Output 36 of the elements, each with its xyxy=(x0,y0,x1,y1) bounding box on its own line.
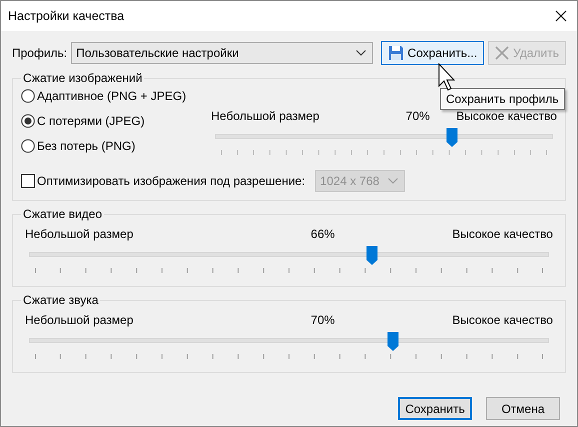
slider-thumb[interactable] xyxy=(366,246,378,265)
value-label: 70% xyxy=(310,313,335,327)
slider[interactable] xyxy=(29,246,549,265)
radio-button[interactable] xyxy=(21,139,35,153)
slider[interactable] xyxy=(215,128,553,147)
value-label: 70% xyxy=(406,109,430,123)
chevron-icon xyxy=(388,178,398,184)
mouse-pointer-icon xyxy=(438,63,458,93)
group-title: Сжатие видео xyxy=(22,207,104,221)
group-title: Сжатие изображений xyxy=(22,71,144,85)
profile-dropdown[interactable]: Пользовательские настройки xyxy=(71,42,373,64)
max-label: Высокое качество xyxy=(452,313,553,327)
slider-thumb[interactable] xyxy=(388,332,398,351)
profile-label: Профиль: xyxy=(12,46,68,60)
dialog-button[interactable]: Отмена xyxy=(486,397,560,420)
save-profile-button[interactable]: Сохранить... xyxy=(380,41,484,65)
tooltip: Сохранить профиль xyxy=(440,88,565,110)
radio-option[interactable]: Адаптивное (PNG + JPEG) xyxy=(21,89,201,103)
window-title: Настройки качества xyxy=(8,9,124,23)
max-label: Высокое качество xyxy=(452,227,553,241)
radio-option[interactable]: Без потерь (PNG) xyxy=(21,139,201,153)
min-label: Небольшой размер xyxy=(25,313,134,327)
group-title: Сжатие звука xyxy=(22,293,100,307)
max-label: Высокое качество xyxy=(456,109,557,123)
slider-thumb[interactable] xyxy=(446,128,458,147)
radio-button[interactable] xyxy=(21,114,35,128)
cross-icon xyxy=(495,46,510,60)
radio-option[interactable]: С потерями (JPEG) xyxy=(21,114,201,128)
value-label: 66% xyxy=(310,227,335,241)
min-label: Небольшой размер xyxy=(25,227,134,241)
min-label: Небольшой размер xyxy=(211,109,320,123)
close-icon[interactable] xyxy=(555,10,567,22)
slider[interactable] xyxy=(29,332,549,351)
radio-button[interactable] xyxy=(21,89,35,103)
dialog-button[interactable]: Сохранить xyxy=(398,397,472,420)
chevron-icon xyxy=(356,50,366,56)
